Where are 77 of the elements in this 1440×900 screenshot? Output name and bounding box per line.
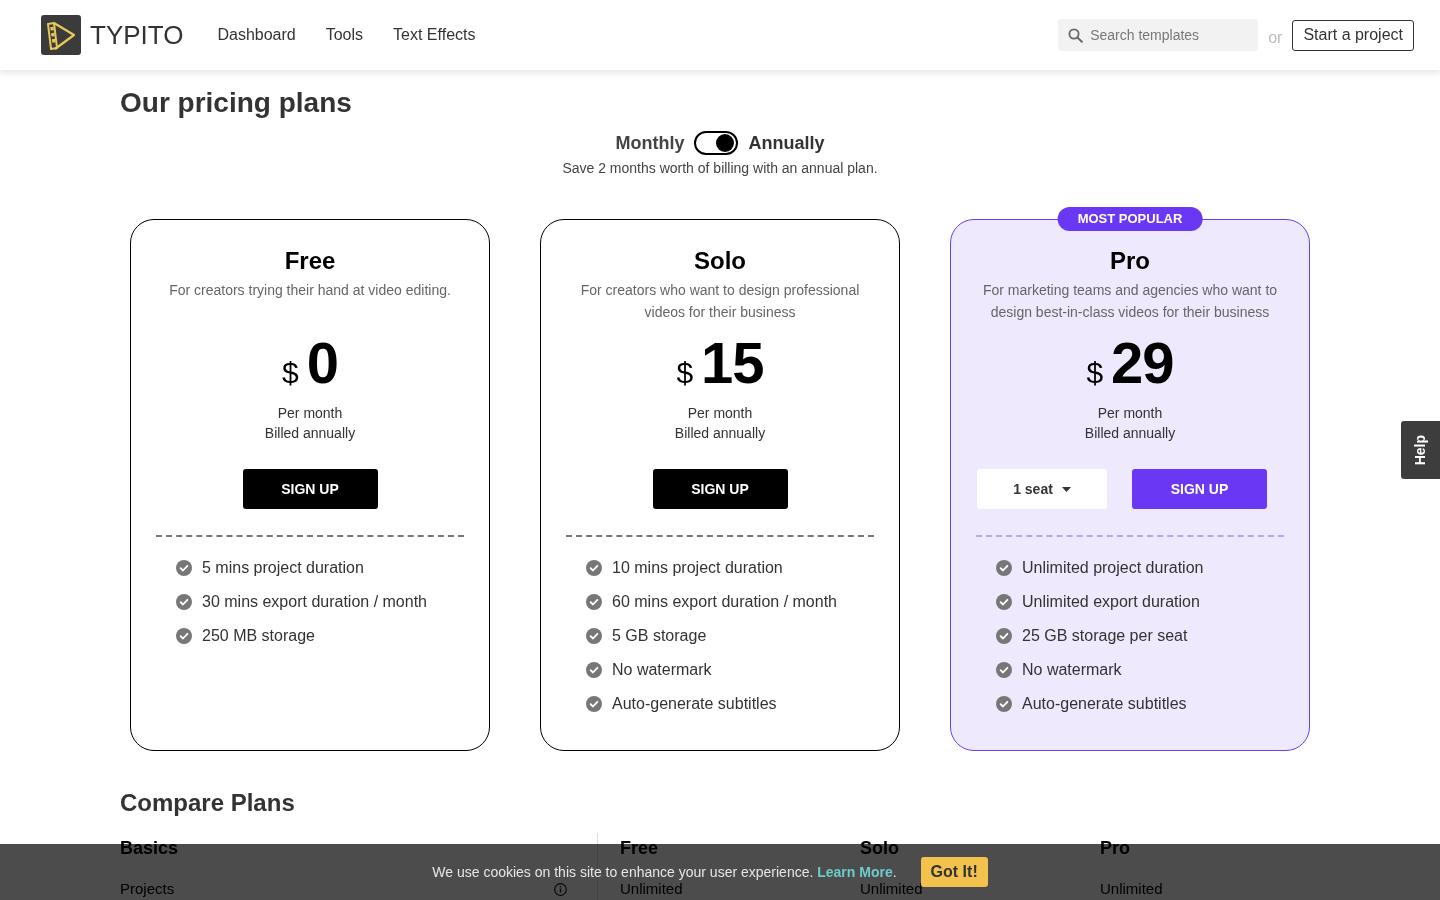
billing-frequency: Billed annually (674, 424, 766, 443)
feature-text: 5 mins project duration (202, 558, 364, 578)
check-circle-icon (176, 628, 192, 644)
sign-up-button[interactable]: SIGN UP (1132, 469, 1267, 509)
logo-icon (41, 15, 81, 55)
nav-link[interactable]: Text Effects (393, 25, 476, 45)
check-circle-icon (996, 628, 1012, 644)
check-circle-icon (996, 696, 1012, 712)
plan-name: Solo (694, 246, 746, 276)
check-circle-icon (586, 594, 602, 610)
table-cell: Unlimited (620, 880, 683, 897)
sign-up-button[interactable]: SIGN UP (242, 469, 378, 509)
billing-note: Save 2 months worth of billing with an annual plan. (561, 159, 879, 178)
accept-cookies-button[interactable]: Got It! (920, 857, 988, 887)
check-circle-icon (996, 662, 1012, 678)
sign-up-button[interactable]: SIGN UP (652, 469, 788, 509)
section-title: Compare Plans (120, 788, 296, 818)
check-circle-icon (586, 662, 602, 678)
caret-icon (1061, 486, 1071, 492)
row-label: Projects (120, 879, 175, 899)
brand-name: TYPITO (90, 22, 184, 48)
feature-text: Unlimited project duration (1022, 558, 1204, 578)
feature-text: Auto-generate subtitles (1022, 694, 1187, 714)
seat-dropdown[interactable]: 1 seat (977, 469, 1107, 509)
billing-frequency: Billed annually (264, 424, 356, 443)
check-circle-icon (586, 560, 602, 576)
billing-period: Per month (1097, 404, 1163, 423)
plan-name: Free (284, 246, 336, 276)
plan-name: Pro (1110, 246, 1150, 276)
or-separator: or (1268, 28, 1283, 48)
price-amount: 29 (1111, 335, 1174, 391)
annually-label: Annually (748, 132, 825, 155)
help-tab[interactable]: Help (1401, 421, 1440, 479)
column-header: Pro (1100, 838, 1130, 858)
cookie-message: We use cookies on this site to enhance your user experience. Learn More. (432, 863, 897, 882)
check-circle-icon (996, 594, 1012, 610)
billing-period: Per month (277, 404, 343, 423)
column-header: Solo (860, 838, 899, 858)
check-circle-icon (586, 628, 602, 644)
feature-text: 30 mins export duration / month (202, 592, 427, 612)
billing-period: Per month (687, 404, 753, 423)
check-circle-icon (176, 560, 192, 576)
table-cell: Unlimited (1100, 880, 1163, 897)
feature-text: No watermark (1022, 660, 1122, 680)
check-circle-icon (586, 696, 602, 712)
start-project-button[interactable]: Start a project (1292, 19, 1414, 51)
feature-text: Unlimited export duration (1022, 592, 1200, 612)
currency-symbol: $ (1086, 358, 1104, 388)
billing-toggle[interactable] (694, 131, 739, 155)
column-header: Free (620, 838, 659, 858)
nav-link[interactable]: Tools (325, 25, 364, 45)
page-title: Our pricing plans (120, 86, 353, 120)
billing-frequency: Billed annually (1084, 424, 1176, 443)
feature-text: 25 GB storage per seat (1022, 626, 1188, 646)
check-circle-icon (176, 594, 192, 610)
price-amount: 15 (701, 335, 764, 391)
feature-text: 60 mins export duration / month (612, 592, 837, 612)
plan-description: For marketing teams and agencies who want to design best-in-class videos for their business (981, 281, 1279, 322)
search-icon (1068, 28, 1084, 43)
plan-description: For creators who want to design professional videos for their business (579, 281, 861, 322)
feature-text: 10 mins project duration (612, 558, 783, 578)
most-popular-badge: MOST POPULAR (1057, 207, 1203, 231)
feature-text: 250 MB storage (202, 626, 315, 646)
column-header: Basics (120, 838, 179, 858)
feature-text: 5 GB storage (612, 626, 707, 646)
learn-more-link[interactable]: Learn More (817, 864, 893, 880)
check-circle-icon (996, 560, 1012, 576)
price-amount: 0 (306, 335, 338, 391)
monthly-label: Monthly (615, 132, 685, 155)
plan-description: For creators trying their hand at video editing. (169, 281, 451, 300)
nav-link[interactable]: Dashboard (217, 25, 296, 45)
currency-symbol: $ (676, 358, 694, 388)
search-field[interactable]: Search templates (1058, 19, 1259, 51)
currency-symbol: $ (282, 358, 299, 388)
feature-text: No watermark (612, 660, 712, 680)
table-cell: Unlimited (860, 880, 923, 897)
feature-text: Auto-generate subtitles (612, 694, 777, 714)
